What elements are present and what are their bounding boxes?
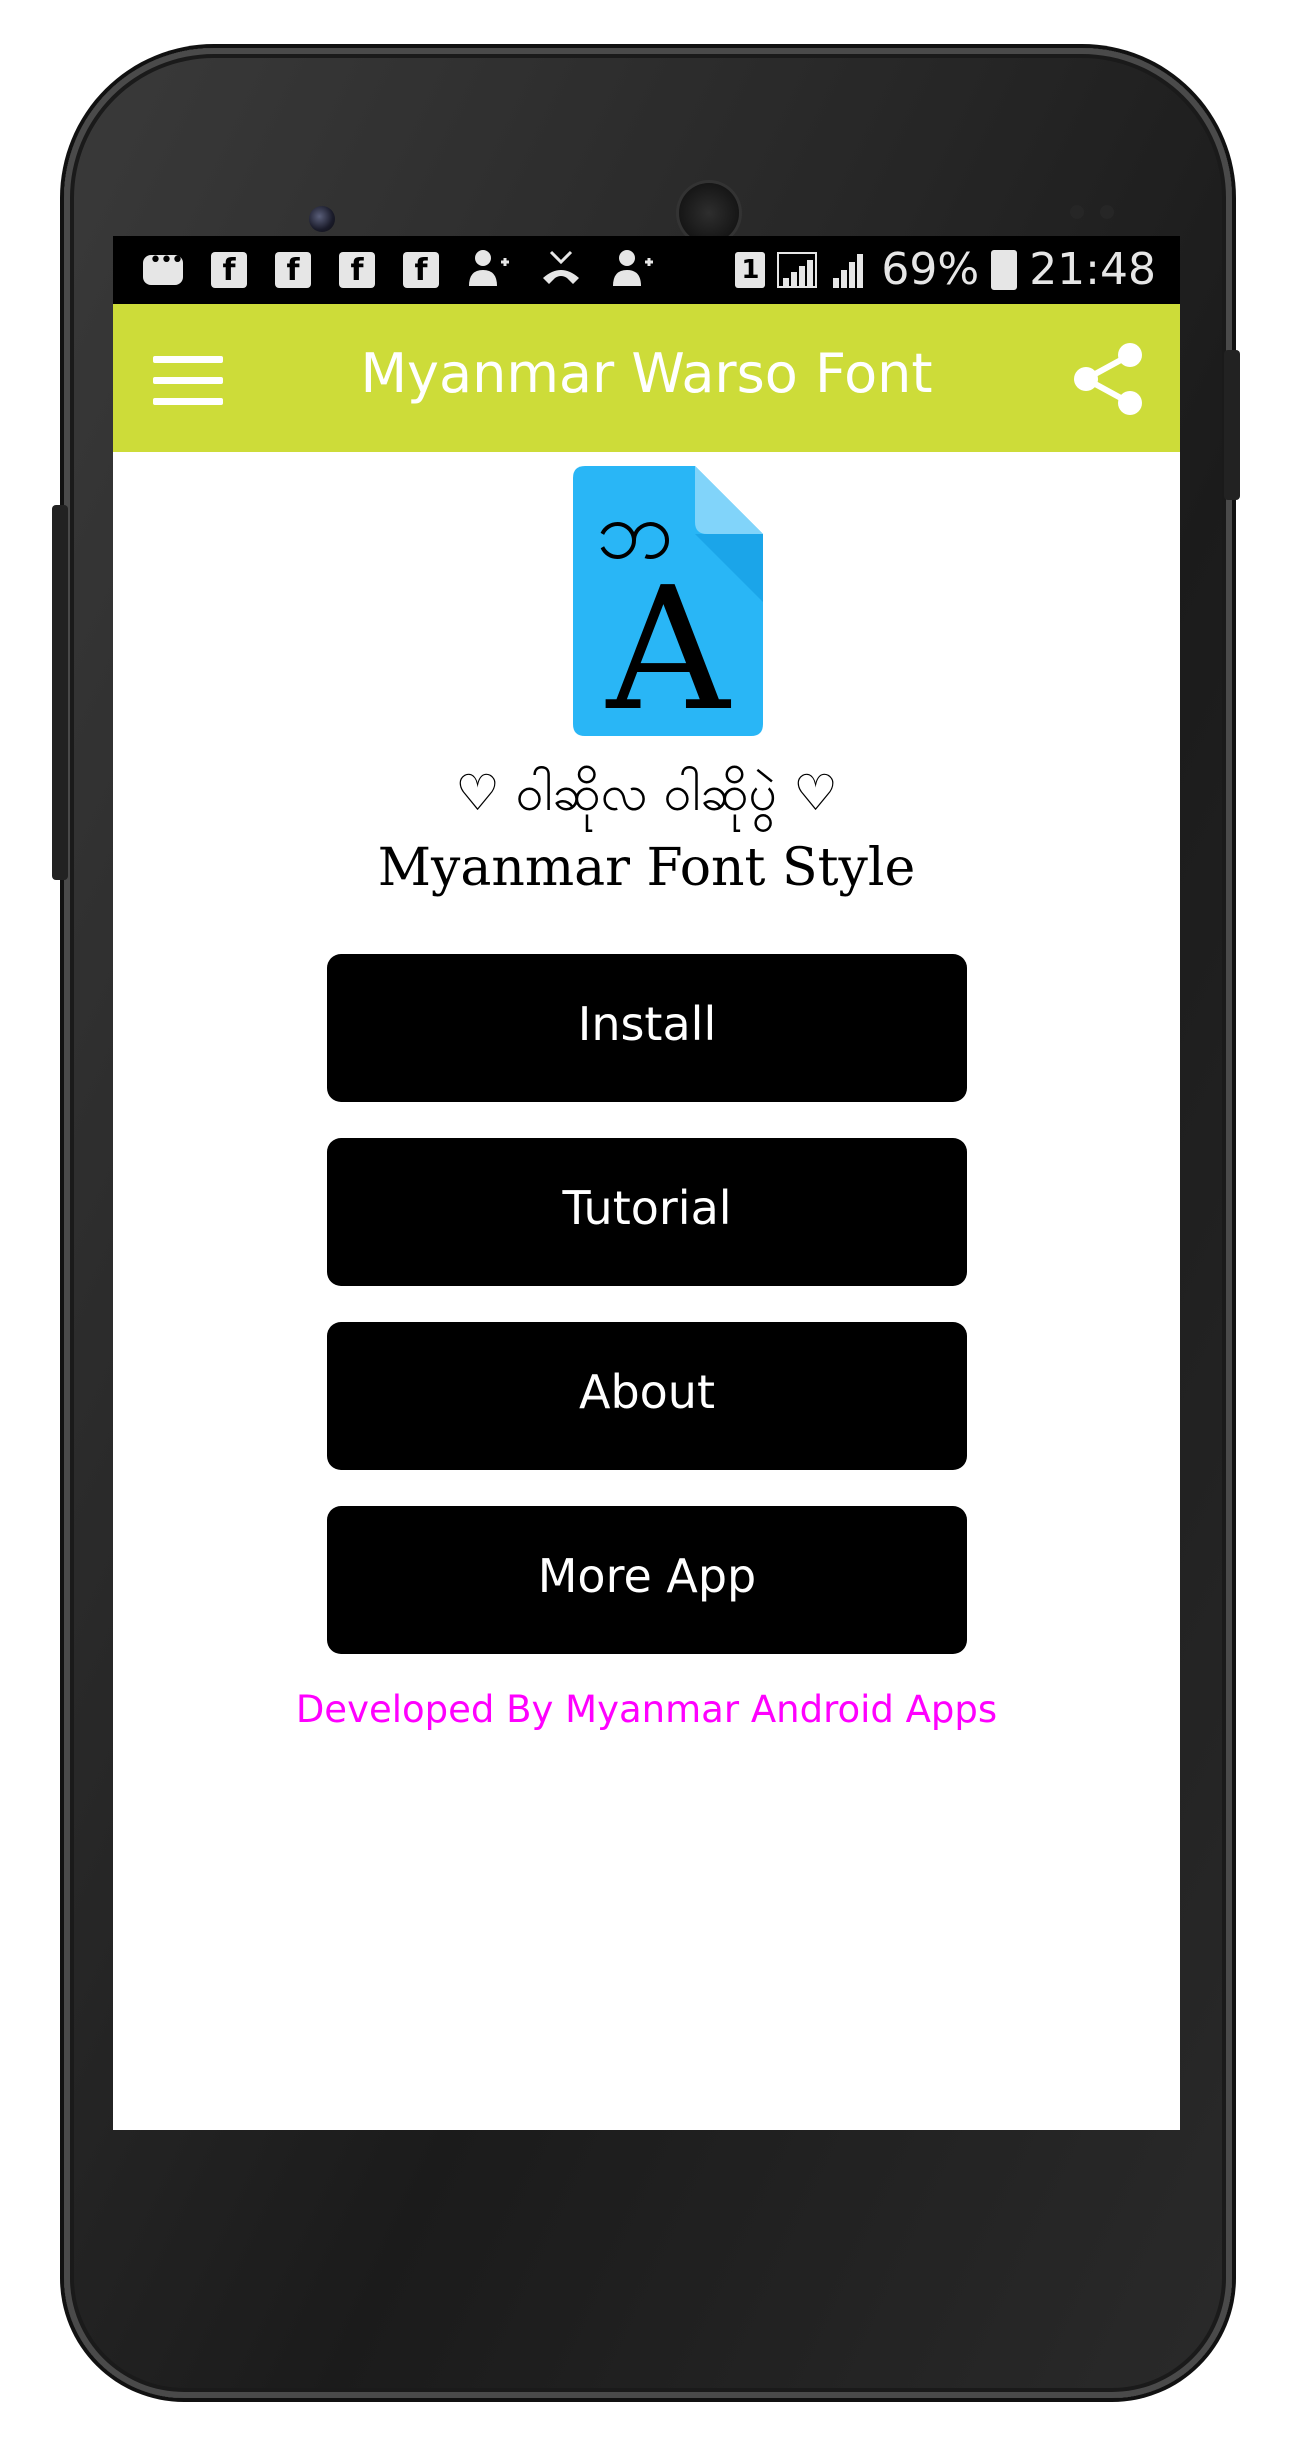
front-camera — [309, 206, 335, 232]
signal-icon — [777, 252, 818, 288]
facebook-icon: f — [275, 252, 311, 288]
facebook-icon: f — [211, 252, 247, 288]
notification-icons: f f f f — [143, 248, 655, 292]
light-sensor — [1100, 205, 1114, 219]
app-logo: ဘ A — [573, 466, 763, 749]
add-contact-icon — [467, 248, 511, 292]
app-title: Myanmar Warso Font — [360, 342, 933, 405]
battery-percent: 69% — [881, 244, 980, 295]
share-icon[interactable] — [1068, 339, 1148, 419]
app-bar: Myanmar Warso Font — [113, 304, 1180, 452]
facebook-icon: f — [339, 252, 375, 288]
signal-icon — [829, 252, 869, 288]
add-contact-icon — [611, 248, 655, 292]
tutorial-button[interactable]: Tutorial — [327, 1138, 967, 1286]
power-button — [1224, 350, 1240, 500]
message-icon — [143, 248, 183, 285]
clock: 21:48 — [1029, 244, 1156, 295]
sim-icon: 1 — [735, 252, 766, 288]
developer-credit: Developed By Myanmar Android Apps — [295, 1688, 998, 1731]
tagline: ♡ ဝါဆိုလ ဝါဆိုပွဲ ♡ — [455, 764, 838, 822]
logo-letter: A — [606, 551, 732, 736]
screen: f f f f 1 69% 21:48 — [113, 236, 1180, 2130]
earpiece-speaker — [679, 183, 739, 243]
battery-icon — [991, 250, 1018, 290]
hamburger-menu-icon[interactable] — [153, 356, 223, 406]
missed-call-icon — [539, 248, 583, 292]
install-button[interactable]: Install — [327, 954, 967, 1102]
status-bar: f f f f 1 69% 21:48 — [113, 236, 1180, 304]
proximity-sensor — [1070, 205, 1084, 219]
more-app-button[interactable]: More App — [327, 1506, 967, 1654]
subtitle: Myanmar Font Style — [377, 838, 916, 898]
volume-button — [52, 505, 68, 880]
facebook-icon: f — [403, 252, 439, 288]
about-button[interactable]: About — [327, 1322, 967, 1470]
system-indicators: 1 69% 21:48 — [735, 246, 1156, 294]
